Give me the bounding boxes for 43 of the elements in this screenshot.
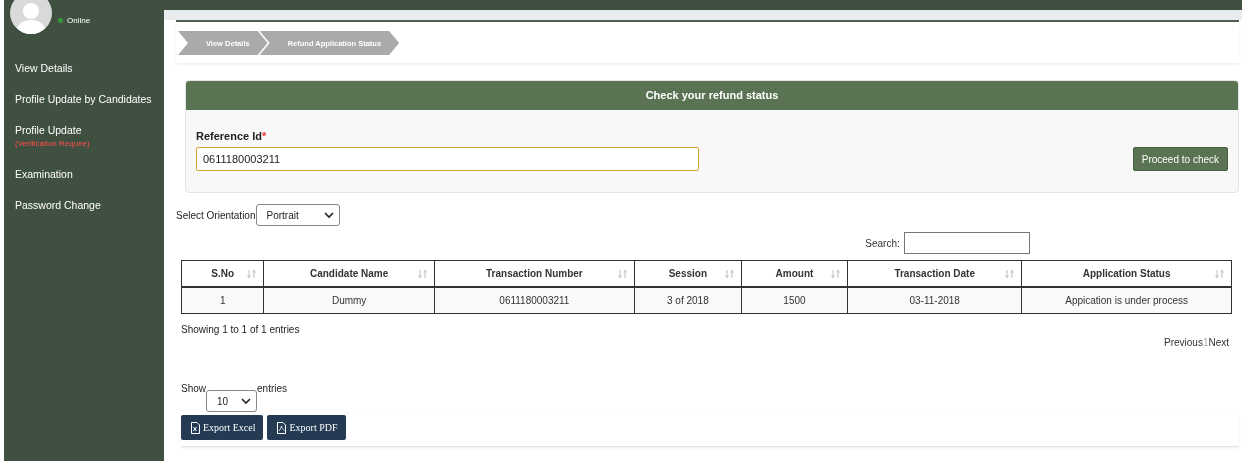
menu-item[interactable]: Password Change (4, 189, 164, 220)
avatar-icon (10, 0, 52, 34)
field-label: Reference Id* (196, 130, 268, 142)
document-icon (276, 421, 288, 434)
document-icon (190, 421, 201, 434)
export-button[interactable]: Export PDF (267, 415, 346, 440)
previous-link[interactable]: Previous (1163, 337, 1203, 348)
entries-label: entries (257, 383, 288, 394)
chevron-down-icon (323, 211, 334, 219)
chevron-down-icon (241, 397, 251, 405)
online-dot-icon (58, 17, 63, 23)
sort-icon[interactable] (724, 269, 734, 279)
export-button[interactable]: Export Excel (181, 415, 264, 440)
table-cell: 1 (181, 287, 264, 314)
card-header: Check your refund status (186, 81, 1238, 110)
sort-icon[interactable] (1005, 269, 1015, 279)
sort-icon[interactable] (617, 269, 627, 279)
sort-icon[interactable] (418, 269, 427, 279)
table-cell: 0611180003211 (434, 287, 635, 314)
sort-icon[interactable] (831, 269, 841, 279)
menu-item[interactable]: Profile Update (15, 124, 82, 136)
table-cell: Dummy (263, 287, 435, 314)
menu-item[interactable]: Examination (4, 158, 164, 189)
reference-id-field[interactable]: 0611180003211 (196, 147, 699, 171)
table-cell: Appication is under process (1021, 287, 1232, 314)
menu-item[interactable]: Profile Update by Candidates (4, 83, 164, 114)
next-link[interactable]: Next (1208, 337, 1229, 348)
table-cell: 03-11-2018 (847, 287, 1022, 314)
sort-icon[interactable] (247, 269, 257, 279)
proceed-button[interactable]: Proceed to check (1132, 147, 1228, 171)
user-status: Online (67, 15, 91, 25)
entries-select[interactable]: 10 (206, 390, 257, 412)
verification-note: (Verification Require) (15, 139, 90, 148)
table-cell: 1500 (741, 287, 848, 314)
orientation-label: Select Orientation (176, 209, 256, 221)
menu-item[interactable]: View Details (4, 52, 164, 83)
table-cell: 3 of 2018 (634, 287, 742, 314)
sort-icon[interactable] (1215, 269, 1224, 279)
search-field[interactable] (903, 232, 1030, 254)
search-label: Search: (865, 237, 900, 249)
show-label: Show (181, 383, 206, 394)
orientation-select[interactable]: Portrait (255, 204, 340, 226)
table-info: Showing 1 to 1 of 1 entries (181, 324, 301, 335)
